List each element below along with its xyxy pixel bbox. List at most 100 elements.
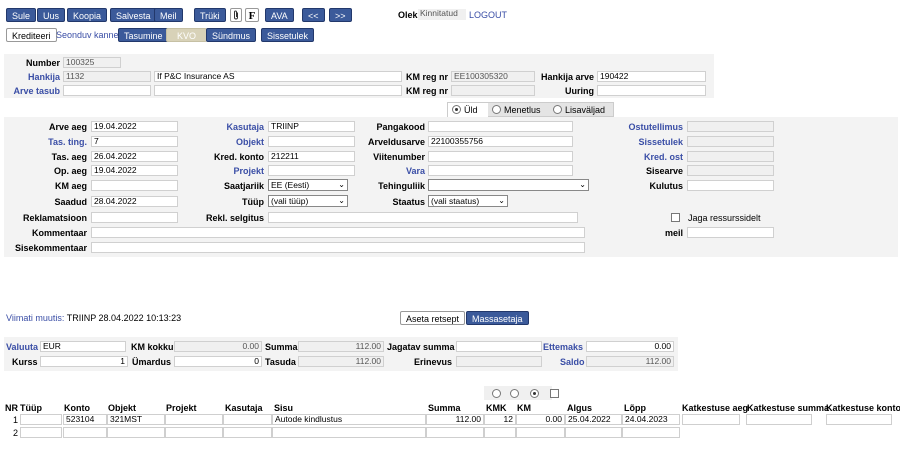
km-aeg-field[interactable] (91, 180, 178, 191)
cell-katkestuse-summa[interactable] (746, 414, 812, 425)
cell-km[interactable] (516, 427, 565, 438)
arveldusarve-field[interactable]: 22100355756 (428, 136, 573, 147)
tab-uld[interactable]: Üld (448, 103, 488, 118)
view-radio-1[interactable] (492, 389, 501, 398)
cell-sisu[interactable]: Autode kindlustus (272, 414, 426, 425)
vara-label[interactable]: Vara (355, 166, 425, 176)
tehingulik-select[interactable]: ⌄ (428, 179, 589, 191)
uus-button[interactable]: Uus (37, 8, 66, 22)
kmreg2-field[interactable] (451, 85, 535, 96)
cell-lopp[interactable]: 24.04.2023 (622, 414, 680, 425)
ymardus-field[interactable]: 0 (174, 356, 262, 367)
cell-objekt[interactable] (107, 427, 165, 438)
cell-projekt[interactable] (165, 414, 223, 425)
massasetaja-button[interactable]: Massasetaja (466, 311, 529, 325)
vara-field[interactable] (428, 165, 573, 176)
cell-konto[interactable] (63, 427, 107, 438)
koopia-button[interactable]: Koopia (67, 8, 108, 22)
cell-kmk[interactable]: 12 (484, 414, 516, 425)
kurss-field[interactable]: 1 (40, 356, 128, 367)
kred-konto-field[interactable]: 212211 (268, 151, 355, 162)
saatjariik-select[interactable]: EE (Eesti) ⌄ (268, 179, 348, 191)
sisearve-field[interactable] (687, 165, 774, 176)
cell-tyyp[interactable] (20, 414, 62, 425)
view-radio-3[interactable] (530, 389, 539, 398)
kulutus-field[interactable] (687, 180, 774, 191)
kred-ost-field[interactable] (687, 151, 774, 162)
cell-kasutaja[interactable] (223, 414, 272, 425)
arve-tasub-label[interactable]: Arve tasub (10, 86, 60, 96)
meil-button[interactable]: Meil (154, 8, 183, 22)
kred-ost-label[interactable]: Kred. ost (600, 152, 683, 162)
sissetulek-button[interactable]: Sissetulek (261, 28, 315, 42)
staatus-select[interactable]: (vali staatus) ⌄ (428, 195, 508, 207)
objekt-label[interactable]: Objekt (190, 137, 264, 147)
sissetulek-field[interactable] (687, 136, 774, 147)
tab-menetlus[interactable]: Menetlus (489, 103, 547, 117)
valuuta-label[interactable]: Valuuta (6, 342, 38, 352)
kasutaja-field[interactable]: TRIINP (268, 121, 355, 132)
salvesta-button[interactable]: Salvesta (110, 8, 157, 22)
cell-tyyp[interactable] (20, 427, 62, 438)
projekt-label[interactable]: Projekt (190, 166, 264, 176)
cell-projekt[interactable] (165, 427, 223, 438)
tab-lisavaljad[interactable]: Lisaväljad (550, 103, 612, 117)
number-field[interactable]: 100325 (63, 57, 121, 68)
hankija-label[interactable]: Hankija (20, 72, 60, 82)
cell-algus[interactable]: 25.04.2022 (565, 414, 622, 425)
cell-algus[interactable] (565, 427, 622, 438)
next-button[interactable]: >> (329, 8, 352, 22)
cell-konto[interactable]: 523104 (63, 414, 107, 425)
attach-button[interactable] (230, 8, 242, 22)
viitenumber-field[interactable] (428, 151, 573, 162)
saadud-field[interactable]: 28.04.2022 (91, 196, 178, 207)
jagatav-field[interactable] (456, 341, 542, 352)
cell-lopp[interactable] (622, 427, 680, 438)
cell-km[interactable]: 0.00 (516, 414, 565, 425)
kmreg-field[interactable]: EE100305320 (451, 71, 535, 82)
hankija-name-field[interactable]: If P&C Insurance AS (154, 71, 402, 82)
sisekommentaar-field[interactable] (91, 242, 585, 253)
view-checkbox[interactable] (550, 389, 559, 398)
reklamatsioon-field[interactable] (91, 212, 178, 223)
arve-aeg-field[interactable]: 19.04.2022 (91, 121, 178, 132)
sule-button[interactable]: Sule (6, 8, 37, 22)
view-radio-2[interactable] (510, 389, 519, 398)
cell-kasutaja[interactable] (223, 427, 272, 438)
uuring-field[interactable] (597, 85, 706, 96)
objekt-field[interactable] (268, 136, 355, 147)
syndmus-button[interactable]: Sündmus (206, 28, 257, 42)
aseta-retsept-button[interactable]: Aseta retsept (400, 311, 466, 325)
rekl-selgitus-field[interactable] (268, 212, 578, 223)
f-button[interactable]: F (245, 8, 259, 22)
arve-tasub-code-field[interactable] (63, 85, 151, 96)
kasutaja-label[interactable]: Kasutaja (190, 122, 264, 132)
ostutellimus-field[interactable] (687, 121, 774, 132)
kommentaar-field[interactable] (91, 227, 585, 238)
sissetulek-label[interactable]: Sissetulek (600, 137, 683, 147)
pangakood-field[interactable] (428, 121, 573, 132)
ostutellimus-label[interactable]: Ostutellimus (600, 122, 683, 132)
ettemaks-field[interactable]: 0.00 (586, 341, 674, 352)
tas-ting-field[interactable]: 7 (91, 136, 178, 147)
ava-button[interactable]: AVA (265, 8, 294, 22)
cell-summa[interactable]: 112.00 (426, 414, 484, 425)
tab-uld-radio[interactable] (452, 105, 461, 114)
kvo-button[interactable]: KVO (166, 28, 208, 42)
op-aeg-field[interactable]: 19.04.2022 (91, 165, 178, 176)
jaga-checkbox[interactable] (671, 213, 680, 222)
projekt-field[interactable] (268, 165, 355, 176)
ettemaks-label[interactable]: Ettemaks (543, 342, 583, 352)
logout-link[interactable]: LOGOUT (469, 10, 507, 20)
tas-aeg-field[interactable]: 26.04.2022 (91, 151, 178, 162)
hankija-code-field[interactable]: 1132 (63, 71, 151, 82)
tasumine-button[interactable]: Tasumine (118, 28, 169, 42)
seonduv-kanne-link[interactable]: Seonduv kanne (56, 30, 119, 40)
cell-katkestuse-aeg[interactable] (682, 414, 740, 425)
cell-kmk[interactable] (484, 427, 516, 438)
arve-tasub-name-field[interactable] (154, 85, 402, 96)
hankija-arve-field[interactable]: 190422 (597, 71, 706, 82)
tab-lisavaljad-radio[interactable] (553, 105, 562, 114)
cell-objekt[interactable]: 321MST (107, 414, 165, 425)
prev-button[interactable]: << (302, 8, 325, 22)
